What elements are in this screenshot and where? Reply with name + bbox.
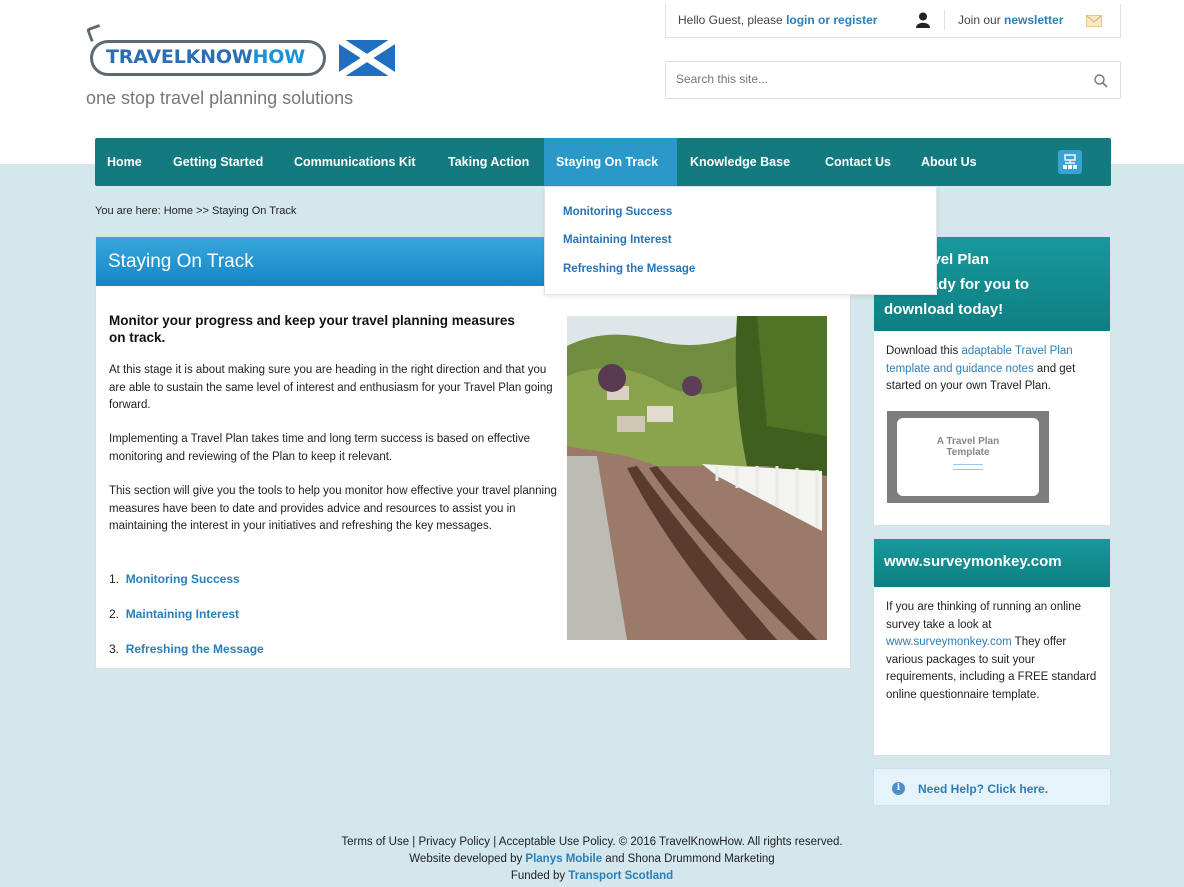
footer-funding: Funded by Transport Scotland: [510, 870, 674, 882]
breadcrumb: You are here: Home >> Staying On Track: [95, 205, 297, 217]
newsletter-link[interactable]: newsletter: [1004, 13, 1063, 27]
nav-taking-action[interactable]: Taking Action: [436, 138, 541, 186]
newsletter-text: Join our newsletter: [958, 13, 1064, 27]
paragraph-3: This section will give you the tools to …: [109, 485, 557, 532]
dropdown-item-refreshing-the-message[interactable]: Refreshing the Message: [563, 263, 695, 275]
lead-heading: Monitor your progress and keep your trav…: [109, 313, 515, 345]
paragraph-2: Implementing a Travel Plan takes time an…: [109, 433, 531, 463]
list-item: 3. Refreshing the Message: [109, 642, 264, 656]
travel-plan-box-title-line: download today!: [884, 301, 1004, 318]
site-logo[interactable]: TRAVELKNOWHOW one stop travel planning s…: [86, 24, 416, 114]
sitemap-icon[interactable]: [1058, 150, 1082, 174]
refreshing-the-message-link[interactable]: Refreshing the Message: [126, 642, 264, 656]
surveymonkey-box-header: www.surveymonkey.com: [874, 539, 1110, 587]
main-content: Staying On Track Monitor your progress a…: [95, 236, 851, 669]
surveymonkey-box-title: www.surveymonkey.com: [884, 553, 1062, 570]
nav-about-us[interactable]: About Us: [909, 138, 989, 186]
scotland-flag-icon: [339, 40, 395, 76]
paragraph-1: At this stage it is about making sure yo…: [109, 364, 553, 411]
search-icon[interactable]: [1094, 74, 1108, 88]
transport-scotland-link[interactable]: Transport Scotland: [568, 870, 673, 882]
nav-getting-started[interactable]: Getting Started: [161, 138, 275, 186]
dropdown-item-monitoring-success[interactable]: Monitoring Success: [563, 206, 672, 218]
nav-staying-on-track[interactable]: Staying On Track: [544, 138, 677, 186]
surveymonkey-box: www.surveymonkey.com If you are thinking…: [873, 538, 1111, 756]
page-title: Staying On Track: [108, 251, 254, 272]
planys-mobile-link[interactable]: Planys Mobile: [525, 853, 602, 865]
info-icon: i: [892, 782, 905, 795]
envelope-icon[interactable]: [1086, 15, 1102, 27]
dropdown-item-maintaining-interest[interactable]: Maintaining Interest: [563, 234, 672, 246]
footer: Terms of Use | Privacy Policy | Acceptab…: [0, 834, 1184, 885]
thumbnail-title: A Travel Plan Template: [936, 436, 1000, 458]
user-bar: Hello Guest, please login or register Jo…: [665, 4, 1121, 38]
nav-home[interactable]: Home: [95, 138, 154, 186]
divider: [944, 10, 945, 30]
footer-legal-links[interactable]: Terms of Use | Privacy Policy | Acceptab…: [0, 834, 1184, 851]
need-help-link[interactable]: Need Help? Click here.: [918, 782, 1048, 796]
staying-on-track-dropdown: Monitoring Success Maintaining Interest …: [544, 186, 937, 295]
user-icon: [916, 12, 930, 28]
travel-plan-box-text: Download this adaptable Travel Plan temp…: [886, 345, 1076, 392]
nav-contact-us[interactable]: Contact Us: [813, 138, 903, 186]
logo-arrow-icon: [86, 24, 104, 42]
nav-knowledge-base[interactable]: Knowledge Base: [678, 138, 802, 186]
nav-communications-kit[interactable]: Communications Kit: [282, 138, 428, 186]
list-item: 1. Monitoring Success: [109, 572, 240, 586]
footer-credits: Website developed by Planys Mobile and S…: [409, 853, 775, 865]
maintaining-interest-link[interactable]: Maintaining Interest: [126, 607, 239, 621]
search-input[interactable]: [676, 72, 1076, 86]
surveymonkey-link[interactable]: www.surveymonkey.com: [886, 636, 1012, 648]
travel-plan-template-thumbnail[interactable]: A Travel Plan Template: [887, 411, 1049, 503]
railway-photo: [567, 316, 827, 640]
need-help-box[interactable]: i Need Help? Click here.: [873, 768, 1111, 806]
logo-wordmark: TRAVELKNOWHOW: [106, 46, 305, 68]
login-register-link[interactable]: login or register: [786, 13, 877, 27]
surveymonkey-box-text: If you are thinking of running an online…: [886, 601, 1097, 701]
main-nav: Home Getting Started Communications Kit …: [95, 138, 1111, 186]
document-icon: [953, 464, 983, 470]
site-tagline: one stop travel planning solutions: [86, 88, 354, 108]
list-item: 2. Maintaining Interest: [109, 607, 240, 621]
search-box: [665, 61, 1121, 99]
monitoring-success-link[interactable]: Monitoring Success: [126, 572, 240, 586]
greeting: Hello Guest, please login or register: [678, 13, 878, 27]
